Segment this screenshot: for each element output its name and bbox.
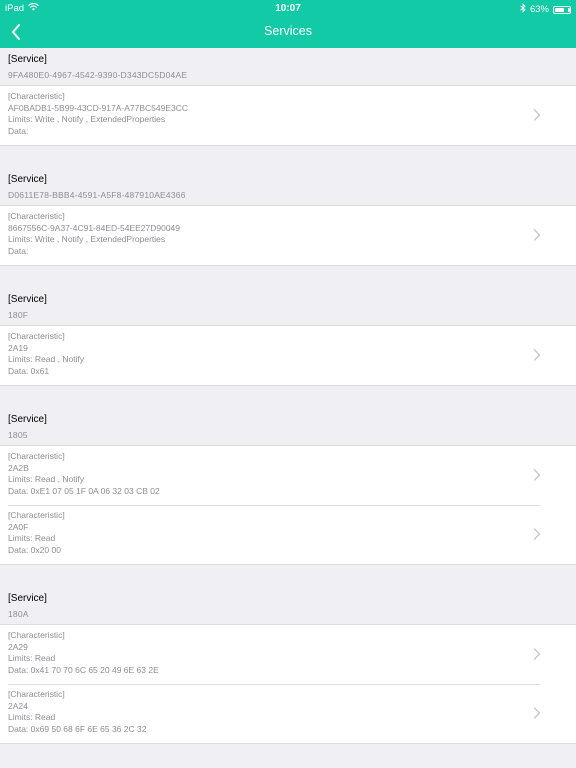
bluetooth-icon xyxy=(520,3,526,16)
characteristic-group: [Characteristic] AF0BADB1-5B99-43CD-917A-… xyxy=(0,85,576,146)
characteristic-uuid: 2A19 xyxy=(8,342,28,353)
characteristic-label: [Characteristic] xyxy=(8,211,65,221)
characteristic-uuid: 8667556C-9A37-4C91-84ED-54EE27D90049 xyxy=(8,222,181,233)
characteristic-data: Data: 0x69 50 68 6F 6E 65 36 2C 32 xyxy=(8,723,147,734)
characteristic-uuid: 2A0F xyxy=(8,521,29,532)
characteristic-limits: Limits: Write , Notify , ExtendedPropert… xyxy=(8,234,166,244)
clock: 10:07 xyxy=(275,3,301,14)
characteristic-row[interactable]: [Characteristic] 2A2B Limits: Read , Notif… xyxy=(0,446,576,505)
characteristic-data: Data: 0x20 00 xyxy=(8,544,61,555)
characteristic-row[interactable]: [Characteristic] 2A29 Limits: Read Data: 0x… xyxy=(0,625,576,684)
page-title: Services xyxy=(264,24,312,38)
battery-icon xyxy=(553,5,571,14)
service-uuid: 180F xyxy=(8,310,29,320)
chevron-right-icon xyxy=(533,109,541,121)
service-label: [Service] xyxy=(8,54,47,65)
chevron-right-icon xyxy=(533,528,541,540)
characteristic-data: Data: 0x61 xyxy=(8,365,50,376)
characteristic-row[interactable]: [Characteristic] 2A0F Limits: Read Data: 0x… xyxy=(0,505,576,564)
service-label: [Service] xyxy=(8,593,47,604)
characteristic-label: [Characteristic] xyxy=(8,91,65,101)
service-list: [Service] 9FA480E0-4967-4542-9390-D343DC5… xyxy=(0,48,576,744)
characteristic-label: [Characteristic] xyxy=(8,510,65,520)
battery-level xyxy=(555,7,564,12)
characteristic-row[interactable]: [Characteristic] 8667556C-9A37-4C91-84ED-… xyxy=(0,206,576,265)
service-label: [Service] xyxy=(8,294,47,305)
characteristic-limits: Limits: Read xyxy=(8,712,56,722)
characteristic-data: Data: 0xE1 07 05 1F 0A 06 32 03 CB 02 xyxy=(8,485,160,496)
service-label: [Service] xyxy=(8,174,47,185)
chevron-right-icon xyxy=(533,469,541,481)
characteristic-limits: Limits: Read xyxy=(8,533,56,543)
characteristic-uuid: 2A24 xyxy=(8,700,28,711)
status-right: 63% xyxy=(520,3,571,16)
characteristic-limits: Limits: Read , Notify xyxy=(8,354,85,364)
service-header: [Service] D0611E78-BBB4-4591-A5F8-487910A… xyxy=(0,168,576,205)
service-header: [Service] 1805 xyxy=(0,408,576,445)
characteristic-label: [Characteristic] xyxy=(8,630,65,640)
chevron-right-icon xyxy=(533,349,541,361)
characteristic-limits: Limits: Read xyxy=(8,653,56,663)
status-bar: iPad 10:07 63% xyxy=(0,0,576,16)
characteristic-group: [Characteristic] 2A19 Limits: Read , Notif… xyxy=(0,325,576,386)
navigation-bar: Services xyxy=(0,16,576,48)
service-uuid: D0611E78-BBB4-4591-A5F8-487910AE4366 xyxy=(8,190,186,200)
characteristic-uuid: 2A29 xyxy=(8,641,28,652)
characteristic-row[interactable]: [Characteristic] 2A19 Limits: Read , Notif… xyxy=(0,326,576,385)
service-uuid: 180A xyxy=(8,609,29,619)
service-header: [Service] 9FA480E0-4967-4542-9390-D343DC5… xyxy=(0,48,576,85)
characteristic-label: [Characteristic] xyxy=(8,689,65,699)
characteristic-group: [Characteristic] 2A2B Limits: Read , Notif… xyxy=(0,445,576,565)
characteristic-group: [Characteristic] 2A29 Limits: Read Data: 0x… xyxy=(0,624,576,744)
service-uuid: 1805 xyxy=(8,430,28,440)
characteristic-label: [Characteristic] xyxy=(8,331,65,341)
service-label: [Service] xyxy=(8,414,47,425)
chevron-right-icon xyxy=(533,648,541,660)
service-uuid: 9FA480E0-4967-4542-9390-D343DC5D04AE xyxy=(8,70,188,80)
characteristic-uuid: 2A2B xyxy=(8,462,29,473)
chevron-right-icon xyxy=(533,229,541,241)
characteristic-uuid: AF0BADB1-5B99-43CD-917A-A77BC549E3CC xyxy=(8,102,189,113)
characteristic-limits: Limits: Write , Notify , ExtendedPropert… xyxy=(8,114,166,124)
top-bar: iPad 10:07 63% Services xyxy=(0,0,576,48)
chevron-right-icon xyxy=(533,707,541,719)
characteristic-group: [Characteristic] 8667556C-9A37-4C91-84ED-… xyxy=(0,205,576,266)
characteristic-data: Data: xyxy=(8,245,29,256)
characteristic-row[interactable]: [Characteristic] AF0BADB1-5B99-43CD-917A-… xyxy=(0,86,576,145)
battery-percent: 63% xyxy=(529,4,549,15)
characteristic-limits: Limits: Read , Notify xyxy=(8,474,85,484)
characteristic-data: Data: xyxy=(8,125,29,136)
service-header: [Service] 180F xyxy=(0,288,576,325)
service-header: [Service] 180A xyxy=(0,587,576,624)
characteristic-label: [Characteristic] xyxy=(8,451,65,461)
characteristic-data: Data: 0x41 70 70 6C 65 20 49 6E 63 2E xyxy=(8,664,159,675)
characteristic-row[interactable]: [Characteristic] 2A24 Limits: Read Data: 0x… xyxy=(0,684,576,743)
